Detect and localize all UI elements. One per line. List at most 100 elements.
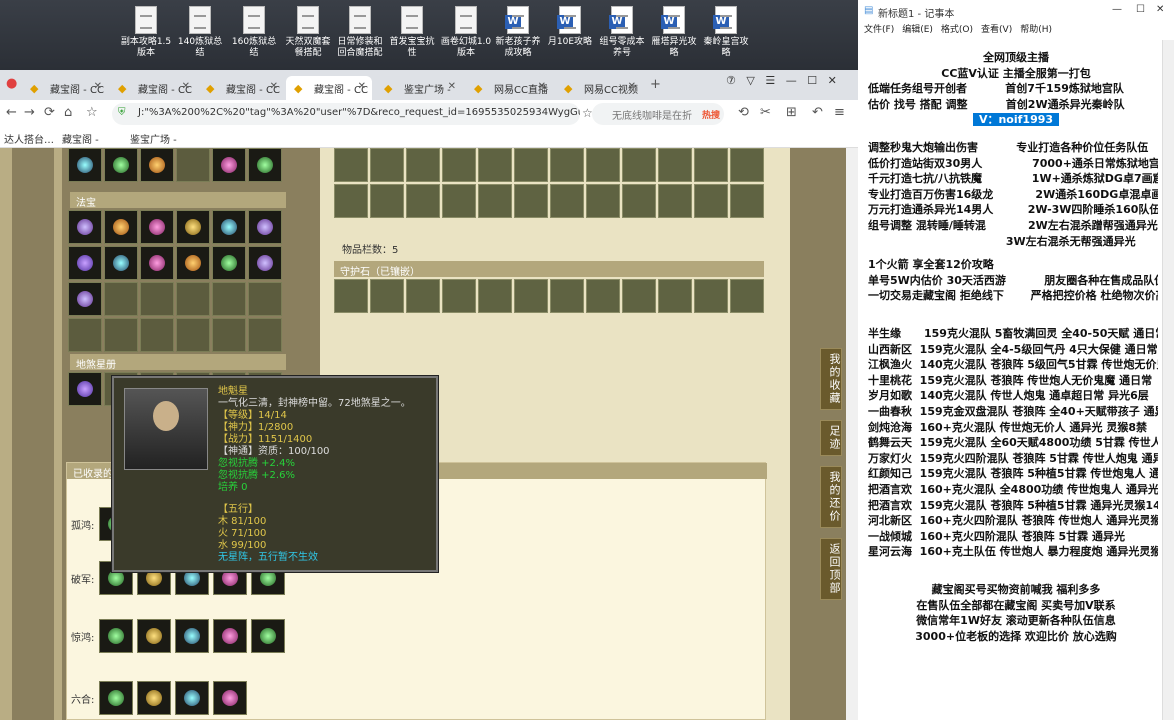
float-nav-button[interactable]: 我的收藏 — [820, 348, 842, 410]
item-slot[interactable] — [212, 210, 246, 244]
tab[interactable]: ◆ 藏宝阁 - CC ✕ — [286, 76, 372, 100]
badge-7-icon[interactable]: ⑦ — [726, 74, 736, 87]
desktop-icon[interactable]: 140炼狱总结 — [174, 6, 226, 59]
pin-icon[interactable]: ▽ — [746, 74, 754, 87]
empty-slot — [550, 279, 584, 313]
item-slot[interactable] — [175, 619, 209, 653]
desktop-icon[interactable]: 天然双魔套餐搭配 — [282, 6, 334, 59]
notepad-maximize-icon[interactable]: ☐ — [1136, 4, 1145, 15]
minimize-icon[interactable]: — — [786, 74, 797, 87]
desktop-icon[interactable]: 秦岭皇宫攻略 — [700, 6, 752, 59]
item-slot[interactable] — [213, 619, 247, 653]
bookmark-item[interactable]: 鉴宝广场 - — [130, 131, 177, 146]
item-slot[interactable] — [104, 210, 138, 244]
desktop-icon[interactable]: 雁塔异光攻略 — [648, 6, 700, 59]
float-nav-button[interactable]: 足迹 — [820, 420, 842, 456]
item-slot[interactable] — [248, 210, 282, 244]
reload-icon[interactable]: ⟳ — [44, 105, 55, 120]
item-slot[interactable] — [248, 246, 282, 280]
maximize-icon[interactable]: ☐ — [807, 74, 817, 87]
item-slot[interactable] — [140, 148, 174, 182]
tab-close-icon[interactable]: ✕ — [94, 81, 102, 92]
item-slot[interactable] — [140, 210, 174, 244]
desktop-icon[interactable]: 新老孩子养成攻略 — [492, 6, 544, 59]
item-slot[interactable] — [213, 681, 247, 715]
item-slot[interactable] — [68, 282, 102, 316]
item-slot[interactable] — [176, 246, 210, 280]
item-slot[interactable] — [68, 246, 102, 280]
item-slot[interactable] — [175, 681, 209, 715]
tab[interactable]: ◆ 网易CC视频 ✕ — [556, 76, 642, 100]
tab[interactable]: ◆ 藏宝阁 - CC ✕ — [22, 76, 108, 100]
restore-icon[interactable]: ☰ — [765, 74, 775, 87]
notepad-close-icon[interactable]: ✕ — [1156, 4, 1164, 15]
tab-close-icon[interactable]: ✕ — [358, 81, 366, 92]
tab-close-icon[interactable]: ✕ — [448, 81, 456, 92]
item-slot[interactable] — [99, 681, 133, 715]
cut-icon[interactable]: ✂ — [760, 105, 771, 120]
notepad-text-area[interactable]: 全网顶级主播 CC蓝V认证 主播全服第一打包 低端任务组号开创者 首创7千159炼狱… — [858, 40, 1158, 720]
desktop-icon[interactable]: 组号零成本养号 — [596, 6, 648, 59]
item-slot[interactable] — [212, 246, 246, 280]
item-slot[interactable] — [137, 681, 171, 715]
notepad-footer-line: 藏宝阁买号买物资前喊我 福利多多 — [931, 583, 1101, 596]
item-slot[interactable] — [140, 246, 174, 280]
grid-icon[interactable]: ⊞ — [786, 105, 797, 120]
item-slot[interactable] — [99, 619, 133, 653]
float-nav-button[interactable]: 我的还价 — [820, 466, 842, 528]
notepad-menu-item[interactable]: 文件(F) — [864, 25, 894, 35]
tab-close-icon[interactable]: ✕ — [270, 81, 278, 92]
bookmark-item[interactable]: 藏宝阁 - — [62, 131, 99, 146]
desktop-icon[interactable]: 月10E攻略 — [544, 6, 596, 48]
item-slot[interactable] — [68, 148, 102, 182]
forward-icon[interactable]: → — [24, 105, 35, 120]
item-slot[interactable] — [137, 619, 171, 653]
item-slot[interactable] — [248, 148, 282, 182]
item-slot[interactable] — [176, 210, 210, 244]
desktop-icon[interactable]: 画卷幻城1.0版本 — [440, 6, 492, 59]
tooltip-wuxing-note: 无星阵，五行暂不生效 — [218, 552, 318, 563]
tab-close-icon[interactable]: ✕ — [182, 81, 190, 92]
notepad-menu-item[interactable]: 格式(O) — [941, 25, 973, 35]
notepad-menu-item[interactable]: 编辑(E) — [902, 25, 933, 35]
bookmark-star-icon[interactable]: ☆ — [86, 105, 98, 120]
desktop-icon[interactable]: 首发宝宝抗性 — [386, 6, 438, 59]
notepad-team-line: 一曲春秋 159克金双盘混队 苍狼阵 全40+天赋带孩子 通异光 — [868, 405, 1158, 418]
float-nav-button[interactable]: 返回顶部 — [820, 538, 842, 600]
back-icon[interactable]: ← — [6, 105, 17, 120]
bookmark-item[interactable]: 达人搭台… — [4, 131, 54, 146]
notepad-scrollbar[interactable] — [1162, 40, 1174, 720]
notepad-minimize-icon[interactable]: — — [1112, 4, 1122, 15]
hot-search-badge[interactable]: 热搜 — [702, 108, 720, 121]
notepad-menu-item[interactable]: 查看(V) — [981, 25, 1012, 35]
item-slot[interactable] — [68, 210, 102, 244]
item-slot[interactable] — [104, 148, 138, 182]
collected-row-label: 破军: — [71, 575, 95, 586]
tab[interactable]: ◆ 鉴宝广场 - ✕ — [376, 76, 462, 100]
tab-close-icon[interactable]: ✕ — [538, 81, 546, 92]
item-slot[interactable] — [68, 372, 102, 406]
close-icon[interactable]: ✕ — [828, 74, 837, 87]
menu-icon[interactable]: ≡ — [834, 105, 845, 120]
desktop-icon[interactable]: 160炼狱总结 — [228, 6, 280, 59]
url-input[interactable]: J:"%3A%200%2C%20"tag"%3A%20"user"%7D&rec… — [112, 103, 580, 125]
page-scrollbar[interactable] — [846, 148, 858, 720]
notepad-menu-item[interactable]: 帮助(H) — [1020, 25, 1052, 35]
tab[interactable]: ◆ 藏宝阁 - CC ✕ — [110, 76, 196, 100]
new-tab-icon[interactable]: + — [650, 77, 661, 92]
item-slot[interactable] — [104, 246, 138, 280]
desktop-icon[interactable]: 副本攻略1.5版本 — [120, 6, 172, 59]
undo-icon[interactable]: ↶ — [812, 105, 823, 120]
item-count: 物品栏数：5 — [342, 245, 399, 256]
refresh-icon[interactable]: ⟲ — [738, 105, 749, 120]
tab[interactable]: ◆ 网易CC直播 ✕ — [466, 76, 552, 100]
file-icon — [189, 6, 211, 34]
tooltip-wood: 木 81/100 — [218, 516, 267, 527]
item-slot[interactable] — [251, 619, 285, 653]
home-icon[interactable]: ⌂ — [64, 105, 72, 120]
tab-close-icon[interactable]: ✕ — [628, 81, 636, 92]
notepad-header-line: 低端任务组号开创者 首创7千159炼狱地宫队 — [868, 82, 1124, 96]
tab[interactable]: ◆ 藏宝阁 - CC ✕ — [198, 76, 284, 100]
desktop-icon[interactable]: 日常修装和回合魔搭配 — [334, 6, 386, 59]
item-slot[interactable] — [212, 148, 246, 182]
